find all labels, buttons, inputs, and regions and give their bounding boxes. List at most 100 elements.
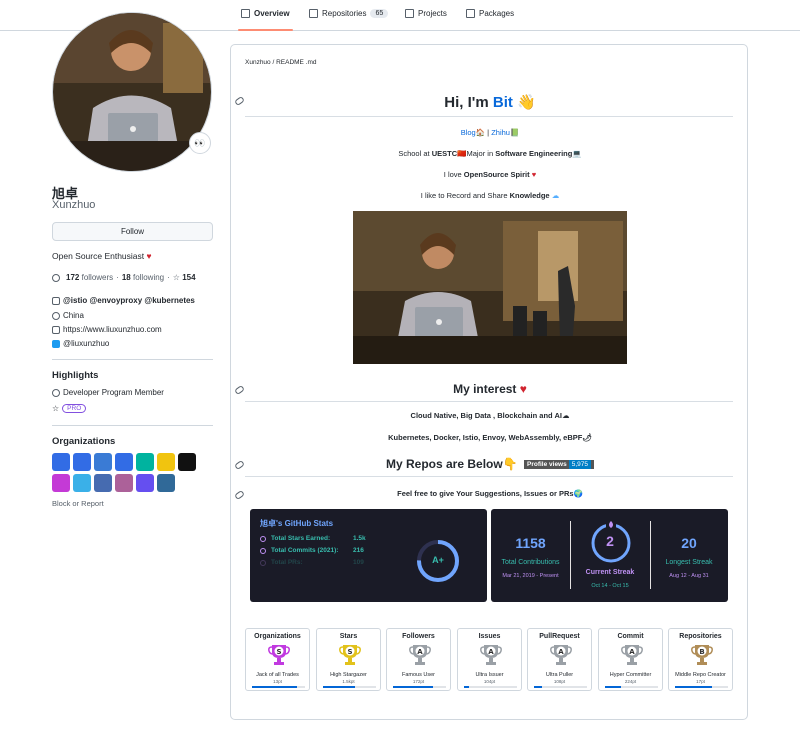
interest-line-1: Cloud Native, Big Data , Blockchain and … bbox=[410, 411, 570, 420]
trophy-title: Stars bbox=[339, 633, 358, 640]
trophy-card[interactable]: Issues A Ultra Issuer 104pt bbox=[457, 628, 522, 691]
company-text[interactable]: @istio @envoyproxy @kubernetes bbox=[63, 296, 195, 305]
trophy-icon: A bbox=[621, 645, 643, 665]
profile-twitter: @liuxunzhuo bbox=[52, 339, 109, 348]
longest-streak-range: Aug 12 - Aug 31 bbox=[669, 573, 709, 579]
laptop-icon: 💻 bbox=[572, 149, 582, 158]
repo-count-badge: 65 bbox=[370, 9, 389, 18]
dot-separator: · bbox=[167, 273, 170, 282]
organization-avatar[interactable] bbox=[115, 453, 133, 471]
organizations-title: Organizations bbox=[52, 436, 116, 447]
trophy-card[interactable]: Commit A Hyper Committer 224pt bbox=[598, 628, 663, 691]
trophy-name: Ultra Issuer bbox=[475, 672, 504, 678]
readme-heading: Hi, I'm Bit 👋 bbox=[231, 93, 749, 111]
website-link[interactable]: https://www.liuxunzhuo.com bbox=[63, 325, 162, 334]
tab-label: Repositories bbox=[322, 9, 367, 18]
location-text: China bbox=[63, 311, 84, 320]
twitter-link[interactable]: @liuxunzhuo bbox=[63, 339, 109, 348]
organization-avatar[interactable] bbox=[136, 453, 154, 471]
people-icon bbox=[52, 273, 60, 282]
readme-path[interactable]: Xunzhuo / README .md bbox=[245, 59, 317, 66]
current-streak-number: 2 bbox=[606, 533, 614, 549]
stars-link[interactable]: ☆ 154 bbox=[173, 273, 196, 282]
trophy-progress-bar bbox=[464, 686, 517, 688]
stat-row: Total PRs: 109 bbox=[260, 559, 364, 566]
trophy-rank: A bbox=[558, 648, 564, 656]
repo-icon bbox=[309, 9, 318, 18]
github-stats-title: 旭卓's GitHub Stats bbox=[260, 519, 334, 528]
love-text: OpenSource Spirit bbox=[463, 170, 530, 179]
status-emoji-button[interactable]: 👀 bbox=[189, 132, 211, 154]
organization-avatar[interactable] bbox=[157, 474, 175, 492]
rank-grade: A+ bbox=[432, 555, 444, 565]
highlights-title: Highlights bbox=[52, 370, 99, 381]
trophy-title: Commit bbox=[617, 633, 644, 640]
tab-packages[interactable]: Packages bbox=[466, 9, 514, 18]
stars-count: 154 bbox=[182, 273, 196, 282]
table-icon bbox=[405, 9, 414, 18]
bio-text: Open Source Enthusiast bbox=[52, 251, 145, 261]
major-prefix: 🇨🇳Major in bbox=[457, 149, 496, 158]
trophy-icon: S bbox=[268, 645, 290, 665]
following-link[interactable]: 18 following bbox=[122, 273, 164, 282]
zhihu-link[interactable]: Zhihu📗 bbox=[491, 128, 519, 137]
trophy-card[interactable]: Organizations S Jack of all Trades 13pt bbox=[245, 628, 310, 691]
trophy-points: 172pt bbox=[412, 679, 425, 684]
followers-link[interactable]: 172 followers bbox=[66, 273, 113, 282]
clock-icon bbox=[260, 547, 266, 554]
trophy-icon: A bbox=[480, 645, 502, 665]
divider bbox=[245, 476, 733, 477]
organization-avatar[interactable] bbox=[115, 474, 133, 492]
stat-label: Total Commits (2021): bbox=[271, 547, 339, 554]
profile-website: https://www.liuxunzhuo.com bbox=[52, 325, 162, 334]
link-icon bbox=[52, 325, 60, 334]
trophy-points: 1.5kpt bbox=[342, 679, 355, 684]
tab-repositories[interactable]: Repositories 65 bbox=[309, 9, 389, 18]
trophy-points: 17pt bbox=[696, 679, 705, 684]
trophy-progress-bar bbox=[323, 686, 376, 688]
love-prefix: I love bbox=[443, 170, 464, 179]
followers-count: 172 bbox=[66, 273, 80, 282]
trophy-card[interactable]: Followers A Famous User 172pt bbox=[386, 628, 451, 691]
twitter-icon bbox=[52, 339, 60, 348]
organization-avatar[interactable] bbox=[136, 474, 154, 492]
heart-icon: ♥ bbox=[146, 251, 152, 261]
trophy-progress-bar bbox=[605, 686, 658, 688]
readme-image[interactable] bbox=[353, 211, 627, 364]
share-line: I like to Record and Share Knowledge ☁ bbox=[231, 191, 749, 200]
tab-projects[interactable]: Projects bbox=[405, 9, 447, 18]
highlight-text[interactable]: Developer Program Member bbox=[63, 388, 164, 397]
trophy-title: Organizations bbox=[254, 633, 301, 640]
trophy-progress-bar bbox=[252, 686, 305, 688]
organization-avatar[interactable] bbox=[73, 453, 91, 471]
star-icon bbox=[260, 535, 266, 542]
tab-overview[interactable]: Overview bbox=[238, 9, 293, 31]
trophy-points: 224pt bbox=[624, 679, 637, 684]
follow-button[interactable]: Follow bbox=[52, 222, 213, 241]
trophy-icon: A bbox=[409, 645, 431, 665]
share-prefix: I like to Record and Share bbox=[420, 191, 510, 200]
trophy-card[interactable]: Stars S High Stargazer 1.5kpt bbox=[316, 628, 381, 691]
love-line: I love OpenSource Spirit ♥ bbox=[231, 170, 749, 179]
repos-heading-text: My Repos are Below👇 bbox=[385, 457, 518, 471]
divider bbox=[245, 401, 733, 402]
organization-avatar[interactable] bbox=[73, 474, 91, 492]
organization-avatar[interactable] bbox=[52, 474, 70, 492]
major-name: Software Engineering bbox=[495, 149, 573, 158]
blog-link[interactable]: Blog🏠 bbox=[461, 128, 485, 137]
github-stats-card[interactable]: 旭卓's GitHub Stats Total Stars Earned: 1.… bbox=[250, 509, 487, 602]
block-or-report-link[interactable]: Block or Report bbox=[52, 499, 104, 508]
pull-request-icon bbox=[260, 559, 266, 566]
organization-avatar[interactable] bbox=[52, 453, 70, 471]
followers-label: followers bbox=[81, 273, 114, 282]
avatar[interactable] bbox=[52, 12, 212, 172]
trophy-card[interactable]: PullRequest A Ultra Puller 108pt bbox=[527, 628, 592, 691]
organization-avatar[interactable] bbox=[94, 453, 112, 471]
streak-stats-card[interactable]: 1158 Total Contributions Mar 21, 2019 - … bbox=[491, 509, 728, 602]
organization-avatar[interactable] bbox=[157, 453, 175, 471]
trophy-name: Hyper Committer bbox=[609, 672, 652, 678]
organization-avatar[interactable] bbox=[178, 453, 196, 471]
organization-avatar[interactable] bbox=[94, 474, 112, 492]
trophy-card[interactable]: Repositories B Middle Repo Creator 17pt bbox=[668, 628, 733, 691]
tab-label: Overview bbox=[254, 9, 290, 18]
